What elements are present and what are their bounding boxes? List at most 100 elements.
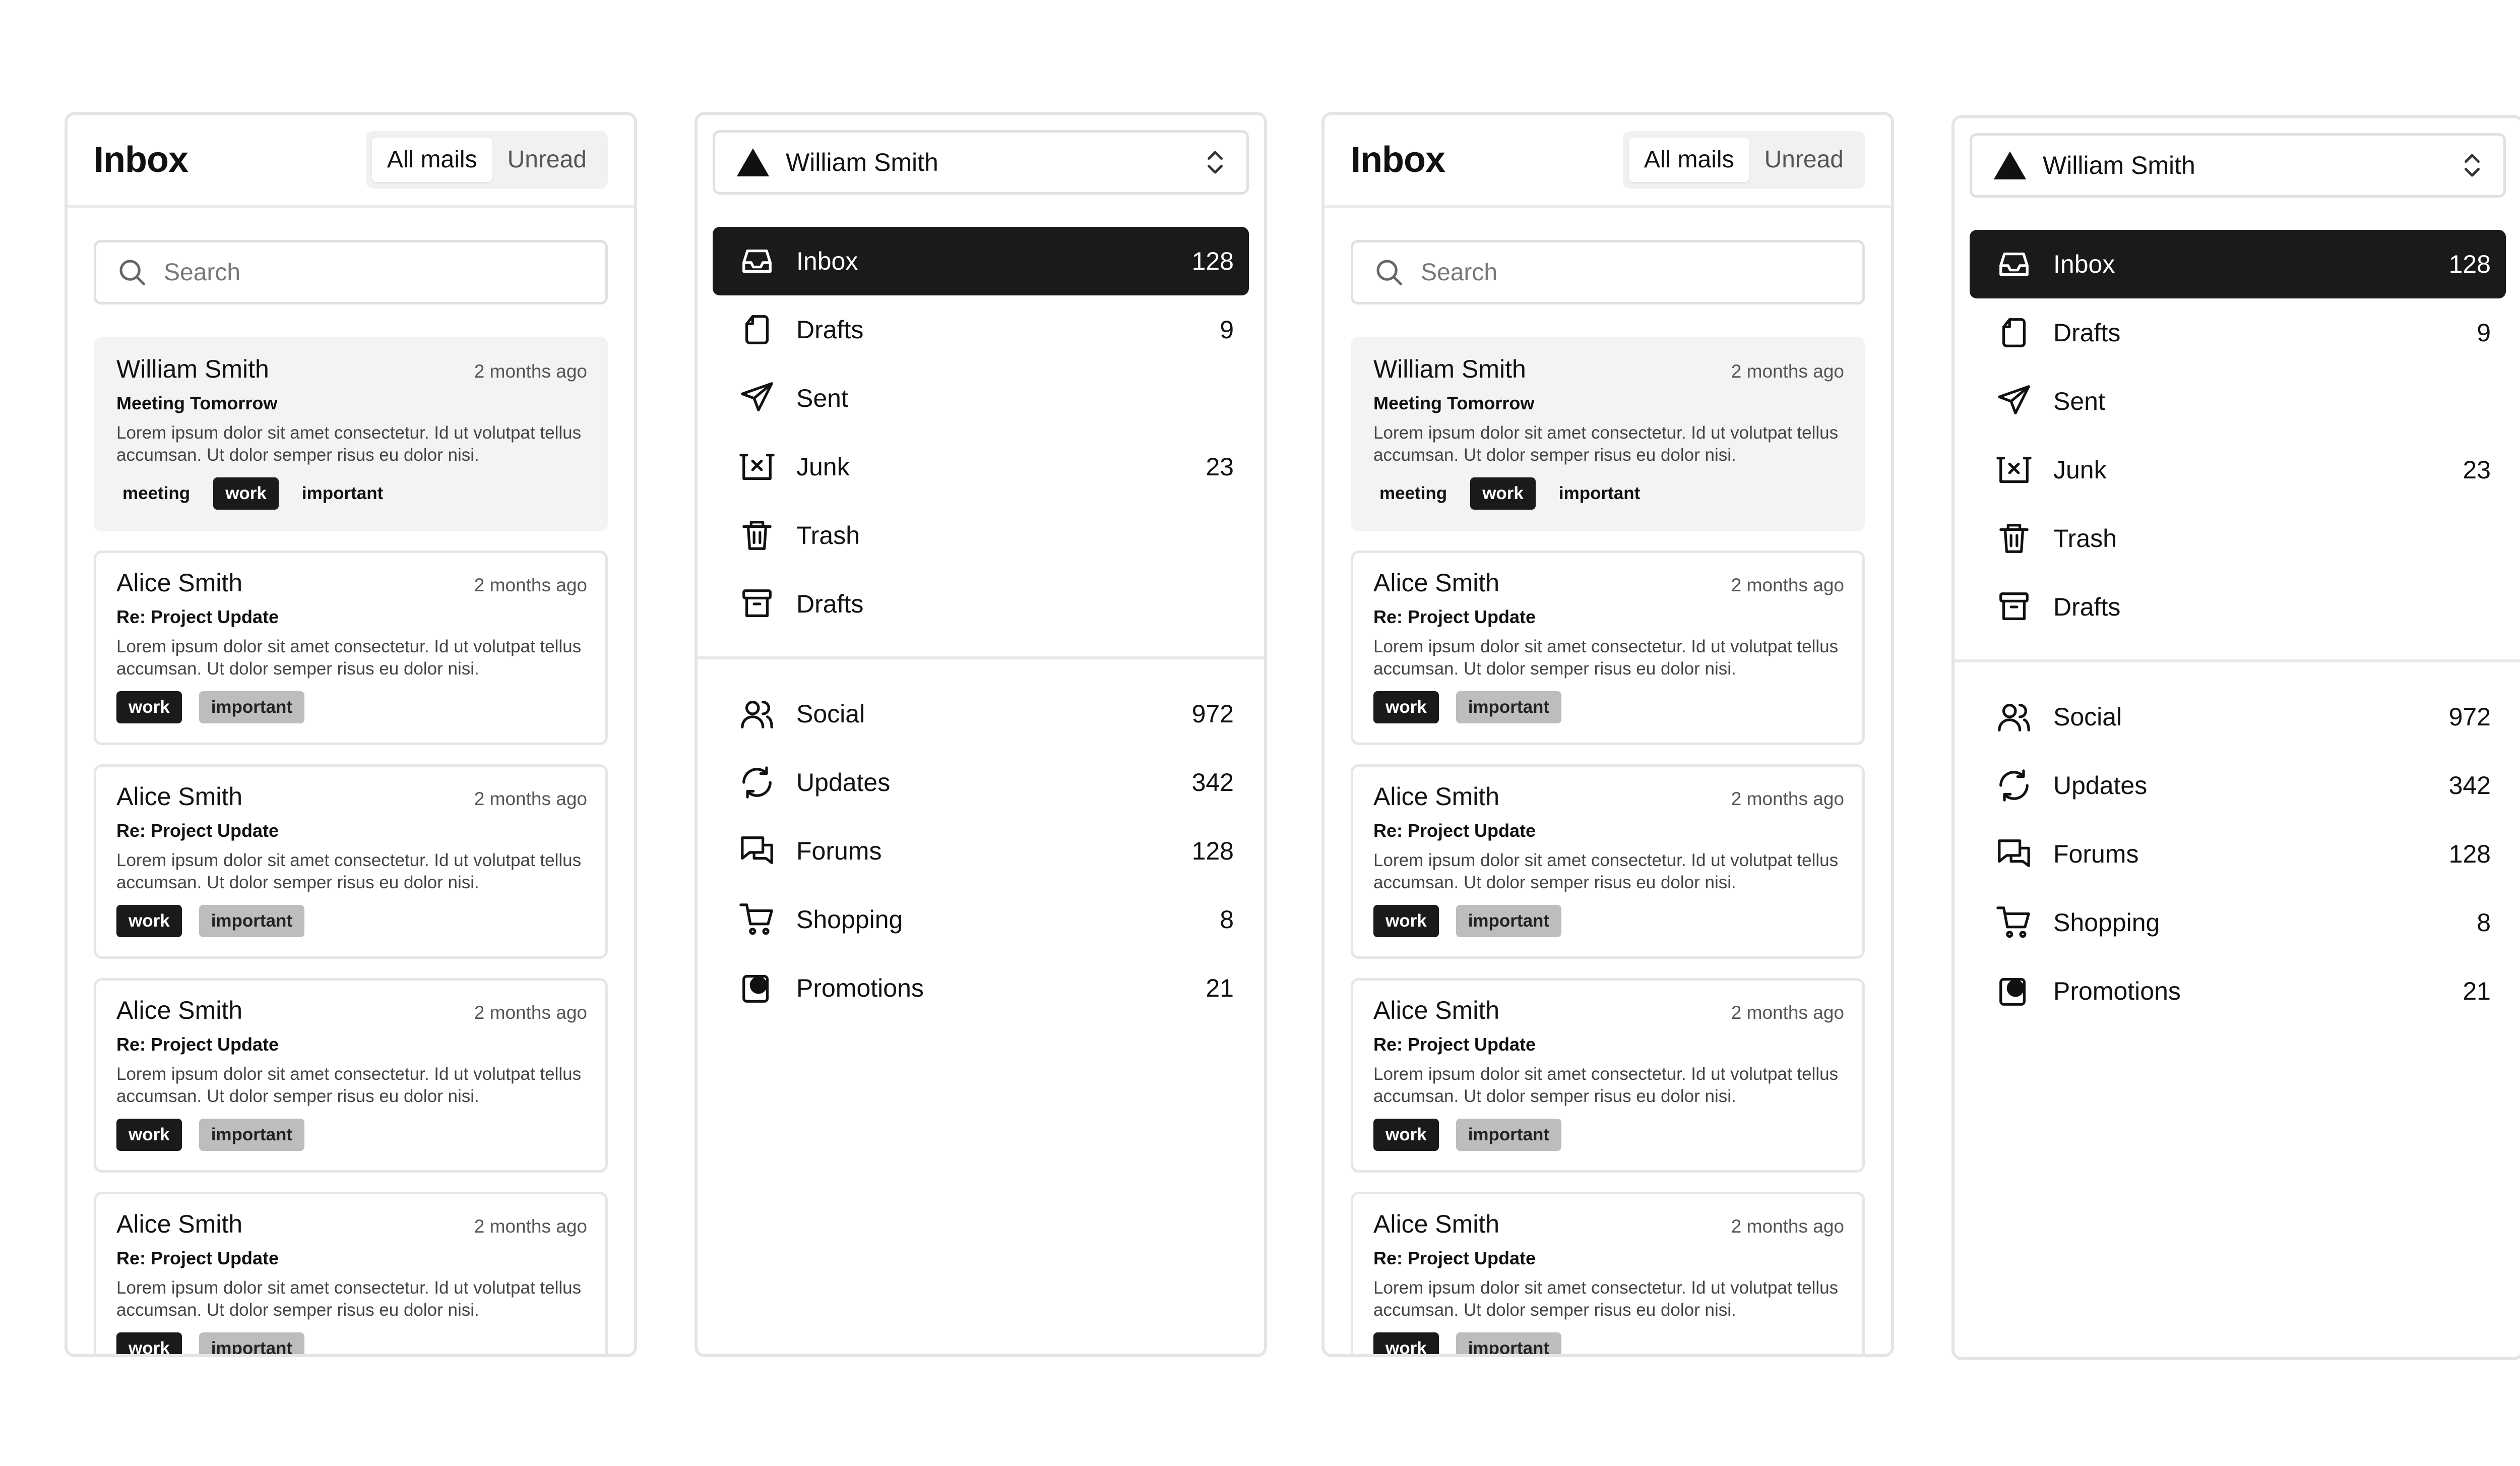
cart-icon xyxy=(739,903,773,935)
nav-panel: William Smith Inbox 128 Drafts 9 Sent Junk 23 T… xyxy=(1951,115,2520,1360)
nav-icon xyxy=(1995,835,2033,873)
nav-icon xyxy=(738,585,776,623)
nav-item-promotions[interactable]: Promotions 21 xyxy=(713,954,1249,1022)
nav-item-drafts[interactable]: Drafts 9 xyxy=(1970,298,2506,367)
nav-icon xyxy=(738,311,776,349)
nav-item-social[interactable]: Social 972 xyxy=(1970,683,2506,751)
nav-list: Inbox 128 Drafts 9 Sent Junk 23 Trash Drafts Soci… xyxy=(698,227,1264,1022)
filter-all-mails[interactable]: All mails xyxy=(1628,138,1749,182)
nav-item-drafts[interactable]: Drafts xyxy=(713,570,1249,638)
tag-meeting: meeting xyxy=(122,483,191,503)
mail-date: 2 months ago xyxy=(1731,788,1844,809)
mail-sender: Alice Smith xyxy=(1373,1210,1500,1238)
page-title: Inbox xyxy=(94,140,188,180)
mail-sender: William Smith xyxy=(1373,355,1526,383)
triangle-logo-icon xyxy=(1993,151,2027,179)
mail-item[interactable]: Alice Smith 2 months ago Re: Project Updat… xyxy=(94,764,608,959)
mail-header: Alice Smith 2 months ago xyxy=(1373,996,1844,1025)
archive-x-icon xyxy=(1996,457,2032,483)
search-input[interactable] xyxy=(163,258,585,287)
nav-item-sent[interactable]: Sent xyxy=(713,364,1249,433)
nav-icon xyxy=(1995,766,2033,805)
nav-item-drafts[interactable]: Drafts 9 xyxy=(713,295,1249,364)
nav-icon xyxy=(1995,314,2033,352)
nav-label: Shopping xyxy=(796,905,903,934)
nav-item-updates[interactable]: Updates 342 xyxy=(713,748,1249,817)
nav-icon xyxy=(1995,451,2033,489)
tag-work: work xyxy=(116,1332,182,1354)
mail-date: 2 months ago xyxy=(474,1002,587,1023)
nav-label: Drafts xyxy=(796,590,864,618)
mail-list: William Smith 2 months ago Meeting Tomorro… xyxy=(94,337,608,1354)
tag-important: important xyxy=(199,905,305,937)
mail-item[interactable]: Alice Smith 2 months ago Re: Project Updat… xyxy=(1351,978,1865,1173)
inbox-icon xyxy=(742,249,772,273)
nav-item-inbox[interactable]: Inbox 128 xyxy=(713,227,1249,295)
nav-item-shopping[interactable]: Shopping 8 xyxy=(1970,888,2506,957)
nav-label: Promotions xyxy=(796,974,924,1002)
nav-item-updates[interactable]: Updates 342 xyxy=(1970,751,2506,820)
mail-preview: Lorem ipsum dolor sit amet consectetur. … xyxy=(1373,850,1839,892)
archive-x-icon xyxy=(739,454,775,480)
mail-tags: work important xyxy=(1373,905,1844,937)
nav-count: 23 xyxy=(2463,456,2491,484)
inbox-icon xyxy=(1999,252,2029,276)
search-input[interactable] xyxy=(1420,258,1842,287)
mail-item[interactable]: Alice Smith 2 months ago Re: Project Updat… xyxy=(1351,764,1865,959)
account-switcher[interactable]: William Smith xyxy=(713,130,1249,195)
search-box[interactable] xyxy=(1351,240,1865,304)
mail-item[interactable]: William Smith 2 months ago Meeting Tomorro… xyxy=(1351,337,1865,531)
nav-item-social[interactable]: Social 972 xyxy=(713,680,1249,748)
account-switcher[interactable]: William Smith xyxy=(1970,133,2506,198)
filter-all-mails[interactable]: All mails xyxy=(371,138,492,182)
nav-item-junk[interactable]: Junk 23 xyxy=(713,433,1249,501)
mail-item[interactable]: Alice Smith 2 months ago Re: Project Updat… xyxy=(1351,551,1865,745)
search-box[interactable] xyxy=(94,240,608,304)
nav-item-shopping[interactable]: Shopping 8 xyxy=(713,885,1249,954)
mail-item[interactable]: Alice Smith 2 months ago Re: Project Updat… xyxy=(94,551,608,745)
nav-item-inbox[interactable]: Inbox 128 xyxy=(1970,230,2506,298)
nav-label: Sent xyxy=(796,384,848,412)
mail-tags: work important xyxy=(1373,1119,1844,1151)
tag-important: important xyxy=(199,1119,305,1151)
nav-item-trash[interactable]: Trash xyxy=(713,501,1249,570)
mail-item[interactable]: William Smith 2 months ago Meeting Tomorro… xyxy=(94,337,608,531)
mail-header: Alice Smith 2 months ago xyxy=(1373,1209,1844,1239)
nav-icon xyxy=(738,516,776,555)
mail-tags: work important xyxy=(1373,691,1844,723)
search-icon xyxy=(1376,260,1402,285)
nav-icon xyxy=(1995,519,2033,558)
mail-preview: Lorem ipsum dolor sit amet consectetur. … xyxy=(116,1064,582,1106)
nav-icon xyxy=(738,900,776,939)
nav-item-trash[interactable]: Trash xyxy=(1970,504,2506,573)
mail-header: William Smith 2 months ago xyxy=(1373,354,1844,384)
filter-unread[interactable]: Unread xyxy=(492,138,602,182)
chevrons-up-down-icon xyxy=(1208,151,1223,174)
promotions-icon xyxy=(742,975,769,1003)
nav-count: 128 xyxy=(2448,840,2491,868)
tag-important: important xyxy=(199,691,305,723)
tag-important: important xyxy=(1456,1332,1562,1354)
tag-important: important xyxy=(301,483,384,503)
nav-count: 972 xyxy=(1191,700,1234,728)
nav-count: 128 xyxy=(2448,250,2491,278)
nav-icon xyxy=(1995,698,2033,736)
filter-unread[interactable]: Unread xyxy=(1749,138,1859,182)
mail-date: 2 months ago xyxy=(474,575,587,595)
nav-item-sent[interactable]: Sent xyxy=(1970,367,2506,436)
mail-item[interactable]: Alice Smith 2 months ago Re: Project Updat… xyxy=(94,1192,608,1354)
nav-count: 8 xyxy=(2477,908,2491,937)
nav-item-drafts[interactable]: Drafts xyxy=(1970,573,2506,641)
mail-date: 2 months ago xyxy=(1731,1002,1844,1023)
nav-label: Social xyxy=(796,700,865,728)
nav-item-junk[interactable]: Junk 23 xyxy=(1970,436,2506,504)
nav-label: Trash xyxy=(2053,524,2117,553)
nav-item-promotions[interactable]: Promotions 21 xyxy=(1970,957,2506,1025)
nav-item-forums[interactable]: Forums 128 xyxy=(713,817,1249,885)
nav-count: 128 xyxy=(1191,837,1234,865)
nav-label: Inbox xyxy=(796,247,858,275)
mail-item[interactable]: Alice Smith 2 months ago Re: Project Updat… xyxy=(94,978,608,1173)
mail-item[interactable]: Alice Smith 2 months ago Re: Project Updat… xyxy=(1351,1192,1865,1354)
nav-count: 342 xyxy=(2448,771,2491,800)
nav-item-forums[interactable]: Forums 128 xyxy=(1970,820,2506,888)
